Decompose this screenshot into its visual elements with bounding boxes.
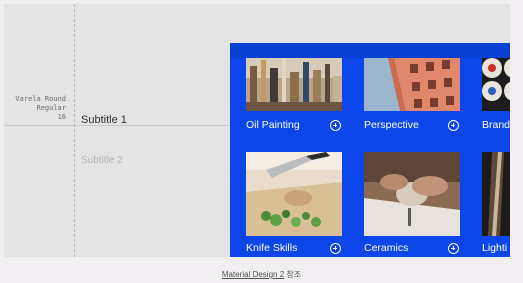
lighting-image [482, 152, 510, 236]
knife-skills-image [246, 152, 342, 236]
spec-font-weight: Regular [36, 104, 66, 112]
design-canvas: Varela Round Regular 16 Subtitle 1 Subti… [4, 4, 510, 257]
tile-label: Brand [482, 119, 510, 131]
add-circle-icon[interactable] [330, 243, 341, 254]
tile-label: Lighti [482, 242, 508, 254]
spec-font-size: 16 [57, 113, 66, 121]
grid-top-bar [230, 43, 510, 58]
add-circle-icon[interactable] [330, 120, 341, 131]
vertical-guide-line [74, 4, 75, 257]
tile-label: Perspective [364, 119, 419, 131]
brand-image [482, 58, 510, 111]
caption: Material Design 2 참조 [0, 269, 523, 280]
tile-label: Ceramics [364, 242, 409, 254]
image-grid: Oil Painting Perspective Brand Knife Ski… [230, 43, 510, 257]
subtitle-2-sample: Subtitle 2 [81, 155, 123, 166]
oil-painting-image [246, 58, 342, 111]
add-circle-icon[interactable] [448, 120, 459, 131]
subtitle-1-sample: Subtitle 1 [81, 114, 127, 126]
add-circle-icon[interactable] [448, 243, 459, 254]
ceramics-image [364, 152, 460, 236]
tile-label: Oil Painting [246, 119, 300, 131]
caption-suffix: 참조 [284, 270, 302, 279]
spec-font-name: Varela Round [15, 95, 66, 103]
tile-label: Knife Skills [246, 242, 298, 254]
perspective-image [364, 58, 460, 111]
material-design-link[interactable]: Material Design 2 [222, 270, 284, 279]
typography-spec: Varela Round Regular 16 [15, 95, 66, 122]
